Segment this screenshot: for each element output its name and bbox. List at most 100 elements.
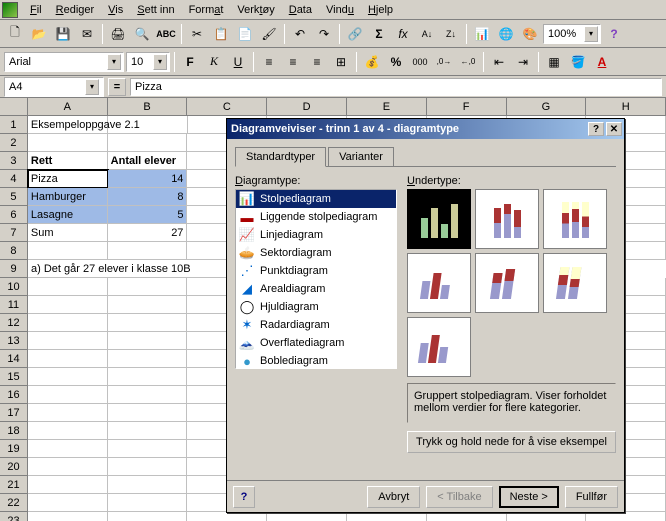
font-color-icon[interactable]: A — [591, 51, 613, 73]
underline-icon[interactable]: U — [227, 51, 249, 73]
cell-B6[interactable]: 5 — [108, 206, 188, 224]
undo-icon[interactable]: ↶ — [289, 23, 311, 45]
save-icon[interactable]: 💾 — [52, 23, 74, 45]
fontsize-combo[interactable]: ▾ — [126, 52, 170, 72]
row-header[interactable]: 18 — [0, 422, 28, 440]
row-header[interactable]: 2 — [0, 134, 28, 152]
row-header[interactable]: 23 — [0, 512, 28, 521]
cell-B8[interactable] — [108, 242, 188, 260]
cell-B20[interactable] — [108, 458, 188, 476]
row-header[interactable]: 22 — [0, 494, 28, 512]
col-header-A[interactable]: A — [28, 98, 108, 116]
type-line[interactable]: 📈Linjediagram — [236, 226, 396, 244]
merge-icon[interactable]: ⊞ — [330, 51, 352, 73]
row-header[interactable]: 4 — [0, 170, 28, 188]
cell-A19[interactable] — [28, 440, 108, 458]
cell-A16[interactable] — [28, 386, 108, 404]
cell-H23[interactable] — [586, 512, 666, 521]
row-header[interactable]: 3 — [0, 152, 28, 170]
menu-window[interactable]: Vindu — [320, 2, 360, 18]
cell-A3[interactable]: Rett — [28, 152, 108, 170]
dec-decimal-icon[interactable]: ←,0 — [457, 51, 479, 73]
cell-B3[interactable]: Antall elever — [108, 152, 188, 170]
col-header-C[interactable]: C — [187, 98, 267, 116]
row-header[interactable]: 9 — [0, 260, 28, 278]
drawing-icon[interactable]: 🎨 — [519, 23, 541, 45]
type-doughnut[interactable]: ◯Hjuldiagram — [236, 298, 396, 316]
cell-A22[interactable] — [28, 494, 108, 512]
cell-A23[interactable] — [28, 512, 108, 521]
cell-B13[interactable] — [108, 332, 188, 350]
menu-edit[interactable]: Rediger — [50, 2, 101, 18]
preview-hold-button[interactable]: Trykk og hold nede for å vise eksempel — [407, 431, 616, 453]
cell-A5[interactable]: Hamburger — [28, 188, 108, 206]
subtype-2[interactable] — [475, 189, 539, 249]
preview-icon[interactable]: 🔍 — [131, 23, 153, 45]
col-header-E[interactable]: E — [347, 98, 427, 116]
type-radar[interactable]: ✶Radardiagram — [236, 316, 396, 334]
cell-A8[interactable] — [28, 242, 108, 260]
sort-desc-icon[interactable]: Z↓ — [440, 23, 462, 45]
mail-icon[interactable]: ✉ — [76, 23, 98, 45]
cell-A13[interactable] — [28, 332, 108, 350]
row-header[interactable]: 14 — [0, 350, 28, 368]
cell-B18[interactable] — [108, 422, 188, 440]
row-header[interactable]: 20 — [0, 458, 28, 476]
borders-icon[interactable]: ▦ — [543, 51, 565, 73]
cell-D23[interactable] — [267, 512, 347, 521]
help-icon[interactable]: ? — [603, 23, 625, 45]
cell-A14[interactable] — [28, 350, 108, 368]
cell-B21[interactable] — [108, 476, 188, 494]
cell-B17[interactable] — [108, 404, 188, 422]
dec-indent-icon[interactable]: ⇤ — [488, 51, 510, 73]
cell-B19[interactable] — [108, 440, 188, 458]
menu-tools[interactable]: Verktøy — [231, 2, 280, 18]
function-icon[interactable]: fx — [392, 23, 414, 45]
cell-B11[interactable] — [108, 296, 188, 314]
menu-file[interactable]: Fil — [24, 2, 48, 18]
bold-icon[interactable]: F — [179, 51, 201, 73]
menu-data[interactable]: Data — [283, 2, 318, 18]
dialog-help-icon[interactable]: ? — [233, 486, 255, 508]
comma-icon[interactable]: 000 — [409, 51, 431, 73]
font-combo[interactable]: ▾ — [4, 52, 124, 72]
col-header-H[interactable]: H — [586, 98, 666, 116]
cell-A21[interactable] — [28, 476, 108, 494]
row-header[interactable]: 11 — [0, 296, 28, 314]
cell-B16[interactable] — [108, 386, 188, 404]
cell-A18[interactable] — [28, 422, 108, 440]
col-header-G[interactable]: G — [507, 98, 587, 116]
cell-B22[interactable] — [108, 494, 188, 512]
dialog-close-button[interactable]: ✕ — [606, 122, 622, 136]
align-left-icon[interactable]: ≡ — [258, 51, 280, 73]
open-icon[interactable]: 📂 — [28, 23, 50, 45]
sort-asc-icon[interactable]: A↓ — [416, 23, 438, 45]
cell-A15[interactable] — [28, 368, 108, 386]
row-header[interactable]: 15 — [0, 368, 28, 386]
tab-variants[interactable]: Varianter — [328, 147, 394, 166]
menu-view[interactable]: Vis — [102, 2, 129, 18]
cut-icon[interactable]: ✂ — [186, 23, 208, 45]
cell-A1[interactable]: Eksempeloppgave 2.1 — [28, 116, 108, 134]
subtype-3[interactable] — [543, 189, 607, 249]
col-header-F[interactable]: F — [427, 98, 507, 116]
cancel-button[interactable]: Avbryt — [367, 486, 420, 508]
row-header[interactable]: 1 — [0, 116, 28, 134]
print-icon[interactable]: 🖨 — [107, 23, 129, 45]
cell-B10[interactable] — [108, 278, 188, 296]
select-all-corner[interactable] — [0, 98, 28, 116]
cell-B4[interactable]: 14 — [108, 170, 188, 188]
menu-format[interactable]: Format — [183, 2, 230, 18]
row-header[interactable]: 12 — [0, 314, 28, 332]
link-icon[interactable]: 🔗 — [344, 23, 366, 45]
row-header[interactable]: 16 — [0, 386, 28, 404]
align-right-icon[interactable]: ≡ — [306, 51, 328, 73]
cell-A20[interactable] — [28, 458, 108, 476]
chart-wizard-icon[interactable]: 📊 — [471, 23, 493, 45]
currency-icon[interactable]: 💰 — [361, 51, 383, 73]
redo-icon[interactable]: ↷ — [313, 23, 335, 45]
row-header[interactable]: 6 — [0, 206, 28, 224]
subtype-5[interactable] — [475, 253, 539, 313]
chart-type-list[interactable]: 📊Stolpediagram ▬Liggende stolpediagram 📈… — [235, 189, 397, 369]
row-header[interactable]: 21 — [0, 476, 28, 494]
